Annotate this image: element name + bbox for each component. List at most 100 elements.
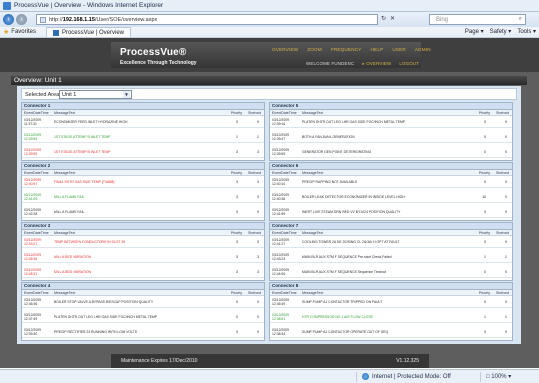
col-header-priority[interactable]: Priority: [479, 291, 490, 295]
nav-zoom[interactable]: ZOOM: [307, 47, 322, 52]
alarm-row[interactable]: 03/12/2009 12:41:59 INERT LIVE STEAM DRN R…: [270, 207, 512, 218]
safety-menu[interactable]: Safety ▾: [490, 28, 512, 35]
col-header-shelved[interactable]: Shelved: [248, 111, 261, 115]
col-header-time[interactable]: EventDateTime: [272, 291, 297, 295]
nav-admin[interactable]: ADMIN: [415, 47, 431, 52]
col-header-priority[interactable]: Priority: [479, 231, 490, 235]
col-header-priority[interactable]: Priority: [231, 291, 242, 295]
col-header-message[interactable]: MessageText: [302, 171, 323, 175]
column-header-row: EventDateTime MessageText Priority Shelved: [22, 290, 264, 296]
col-header-message[interactable]: MessageText: [302, 291, 323, 295]
alarm-row[interactable]: 03/12/2009 12:41:05 MILL A FLAME FAIL 3 3: [22, 192, 264, 203]
alarm-row[interactable]: 03/12/2009 12:39:59 1ST STAGE ATTEMP B INL…: [22, 132, 264, 143]
alarm-row[interactable]: 03/12/2009 12:36:49 SUMP PUMP A1 CONTACTOR…: [270, 297, 512, 308]
col-header-shelved[interactable]: Shelved: [248, 291, 261, 295]
alarm-priority: 0: [236, 210, 238, 214]
nav-user[interactable]: USER: [392, 47, 406, 52]
col-header-shelved[interactable]: Shelved: [248, 231, 261, 235]
col-header-message[interactable]: MessageText: [302, 231, 323, 235]
col-header-message[interactable]: MessageText: [54, 291, 75, 295]
col-header-shelved[interactable]: Shelved: [248, 171, 261, 175]
alarm-shelved: 3: [257, 270, 259, 274]
nav-overview[interactable]: OVERVIEW: [272, 47, 298, 52]
col-header-priority[interactable]: Priority: [231, 111, 242, 115]
search-placeholder: Bing: [436, 16, 449, 23]
tools-menu[interactable]: Tools ▾: [517, 28, 536, 35]
col-header-time[interactable]: EventDateTime: [272, 231, 297, 235]
security-zone[interactable]: Internet | Protected Mode: Off: [362, 373, 451, 380]
col-header-time[interactable]: EventDateTime: [272, 111, 297, 115]
alarm-message: BOILER STOP VALVE A BYPASS B/ESCAP POSIT…: [54, 300, 154, 304]
stop-icon[interactable]: ✕: [390, 15, 395, 22]
alarm-row[interactable]: 03/12/2009 12:44:06 MAIN BLR AUX STM F SEQ…: [270, 267, 512, 278]
col-header-message[interactable]: MessageText: [54, 171, 75, 175]
welcome-overview-link[interactable]: ▸ OVERVIEW: [362, 61, 391, 67]
alarm-row[interactable]: 03/12/2009 12:37:49 PLATEN SHTR OUT LEG LH…: [22, 312, 264, 323]
back-button[interactable]: ‹: [3, 14, 14, 25]
search-icon[interactable]: ⌕: [519, 16, 522, 23]
col-header-time[interactable]: EventDateTime: [24, 171, 49, 175]
address-bar[interactable]: http://192.168.1.15/User/SOE/overview.as…: [36, 14, 378, 25]
connector-title: Connector 7: [270, 223, 512, 230]
chevron-down-icon[interactable]: ▼: [123, 91, 130, 98]
alarm-row[interactable]: 03/12/2009 12:40:38 BOILER LEAK DETECTOR E…: [270, 192, 512, 203]
favorites-star-icon[interactable]: ★: [3, 28, 9, 36]
alarm-row[interactable]: 03/12/2009 12:43:27 TEMP BETWEEN CONDUCTOR…: [22, 237, 264, 248]
col-header-shelved[interactable]: Shelved: [496, 111, 509, 115]
alarm-time: 12:36:49: [272, 302, 286, 306]
area-select[interactable]: Unit 1 ▼: [59, 90, 132, 99]
col-header-priority[interactable]: Priority: [479, 171, 490, 175]
url-text: http://192.168.1.15/User/SOE/overview.as…: [49, 16, 158, 23]
col-header-priority[interactable]: Priority: [231, 171, 242, 175]
alarm-row[interactable]: 03/12/2009 12:42:28 MILL A FLAME FAIL 0 0: [22, 207, 264, 218]
alarm-row[interactable]: 03/12/2009 12:48:31 MILL A BED VIBRATION 3 3: [22, 267, 264, 278]
maintenance-expiry: Maintenance Expires 17/Dec/2010: [121, 358, 198, 364]
alarm-row[interactable]: 03/12/2009 12:39:47 BOTH A FAN AVAIL GENER…: [270, 132, 512, 143]
alarm-datetime: 03/12/2009 12:41:05: [24, 193, 54, 201]
refresh-icon[interactable]: ↻: [381, 15, 386, 22]
alarm-row[interactable]: 03/12/2009 12:46:36 MILL A BED VIBRATION 3 3: [22, 252, 264, 263]
page-menu[interactable]: Page ▾: [465, 28, 484, 35]
col-header-message[interactable]: MessageText: [54, 231, 75, 235]
col-header-time[interactable]: EventDateTime: [24, 111, 49, 115]
column-header-row: EventDateTime MessageText Priority Shelved: [270, 170, 512, 176]
zoom-control[interactable]: □ 100% ▾: [486, 373, 511, 380]
col-header-time[interactable]: EventDateTime: [272, 171, 297, 175]
alarm-row[interactable]: 03/12/2009 11:37:31 ECONOMIZER FEED INLET …: [22, 117, 264, 128]
globe-icon: [362, 373, 369, 380]
tab-processvue-overview[interactable]: ProcessVue | Overview: [45, 27, 131, 37]
logout-link[interactable]: LOGOUT: [399, 61, 419, 67]
col-header-priority[interactable]: Priority: [231, 231, 242, 235]
favorites-label[interactable]: Favorites: [11, 29, 36, 35]
alarm-row[interactable]: 03/12/2009 12:43:23 MAIN BLR AUX STM F SEQ…: [270, 252, 512, 263]
col-header-shelved[interactable]: Shelved: [496, 171, 509, 175]
ie-app-icon: [3, 1, 11, 10]
alarm-row[interactable]: 03/12/2009 12:39:16 PLATEN SHTR OUT LEG LH…: [270, 117, 512, 128]
alarm-priority: 0: [484, 210, 486, 214]
col-header-shelved[interactable]: Shelved: [496, 231, 509, 235]
col-header-priority[interactable]: Priority: [479, 111, 490, 115]
col-header-shelved[interactable]: Shelved: [496, 291, 509, 295]
alarm-row[interactable]: 03/12/2009 12:39:59 1ST STAGE ATTEMP B INL…: [22, 147, 264, 158]
alarm-row[interactable]: 03/12/2009 12:40:10 PRECIP RAPPING NOT AVA…: [270, 177, 512, 188]
col-header-message[interactable]: MessageText: [54, 111, 75, 115]
nav-help[interactable]: HELP: [371, 47, 384, 52]
alarm-time: 12:40:38: [272, 197, 286, 201]
alarm-row[interactable]: 03/12/2009 12:39:59 GENERATOR GEN POINT DE…: [270, 147, 512, 158]
alarm-row[interactable]: 03/12/2009 12:39:30 PRECIP RECTIFIER 23 RU…: [22, 327, 264, 338]
alarm-row[interactable]: 03/12/2009 12:40:57 FINAL SHTR GAS SIDE TE…: [22, 177, 264, 188]
column-header-row: EventDateTime MessageText Priority Shelved: [22, 110, 264, 116]
footer: Maintenance Expires 17/Dec/2010 V1.12.32…: [111, 354, 429, 368]
alarm-time: 12:39:16: [272, 122, 286, 126]
nav-frequency[interactable]: FREQUENCY: [331, 47, 362, 52]
search-input[interactable]: Bing ⌕: [429, 14, 526, 25]
col-header-time[interactable]: EventDateTime: [24, 291, 49, 295]
alarm-row[interactable]: 03/12/2009 12:36:36 BOILER STOP VALVE A BY…: [22, 297, 264, 308]
forward-button[interactable]: ›: [16, 14, 27, 25]
col-header-message[interactable]: MessageText: [302, 111, 323, 115]
alarm-shelved: 3: [257, 195, 259, 199]
alarm-row[interactable]: 03/12/2009 12:38:51 HTR COMPRESSOR NO 1 AI…: [270, 312, 512, 323]
alarm-row[interactable]: 03/12/2009 12:38:34 SUMP PUMP A1 CONTACTOR…: [270, 327, 512, 338]
alarm-row[interactable]: 03/12/2009 12:41:27 COOLING TOWER 2A DE DO…: [270, 237, 512, 248]
col-header-time[interactable]: EventDateTime: [24, 231, 49, 235]
